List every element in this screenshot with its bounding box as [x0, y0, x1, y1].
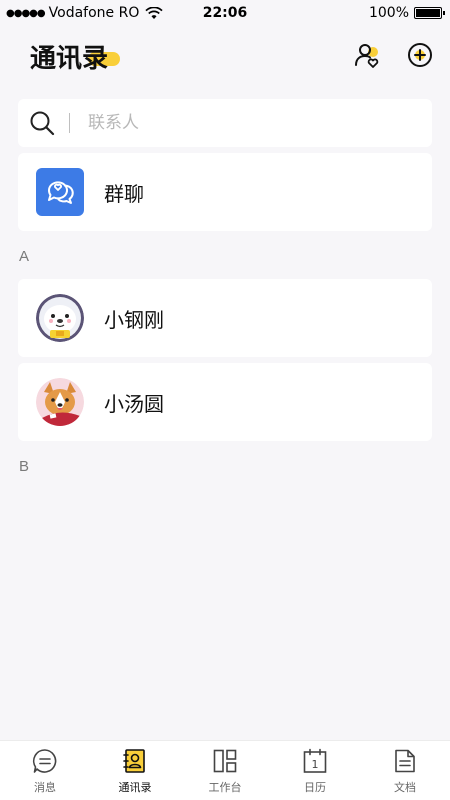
add-contact-button[interactable]: [352, 40, 382, 70]
contact-name: 小汤圆: [104, 391, 164, 416]
header: 通讯录: [0, 26, 450, 86]
tab-label: 通讯录: [118, 781, 152, 794]
document-icon: [395, 749, 415, 773]
contacts-icon: [123, 749, 145, 773]
battery-percentage: 100%: [368, 5, 409, 21]
search-box[interactable]: [18, 99, 432, 147]
calendar-day: 1: [312, 758, 319, 771]
tab-label: 工作台: [208, 781, 242, 794]
tab-label: 日历: [304, 781, 326, 794]
plus-circle-icon: [408, 43, 432, 67]
contact-item[interactable]: 小汤圆: [18, 363, 432, 441]
contact-item[interactable]: 小钢刚: [18, 279, 432, 357]
section-letter-a: A: [19, 248, 30, 265]
tab-calendar[interactable]: 1 日历: [270, 741, 360, 800]
search-separator: [69, 113, 70, 133]
page-title: 通讯录: [30, 44, 109, 74]
tab-bar: 消息 通讯录 工作台 1 日历 文档: [0, 740, 450, 800]
corgi-avatar: [36, 378, 84, 426]
add-button[interactable]: [405, 40, 435, 70]
chat-bubbles-heart-icon: [36, 168, 84, 216]
person-heart-icon: [355, 44, 379, 68]
calendar-icon: 1: [303, 748, 327, 773]
tab-label: 文档: [394, 781, 416, 794]
group-chat-label: 群聊: [104, 181, 144, 206]
workbench-icon: [213, 749, 237, 773]
section-letter-b: B: [19, 458, 30, 475]
status-bar: ●●●●● Vodafone RO 22:06 100%: [0, 0, 450, 26]
search-input[interactable]: [88, 113, 388, 133]
tab-label: 消息: [34, 781, 56, 794]
tab-workbench[interactable]: 工作台: [180, 741, 270, 800]
contact-name: 小钢刚: [104, 307, 164, 332]
status-right: 100%: [368, 5, 445, 21]
battery-icon: [414, 7, 445, 19]
seal-avatar: [36, 294, 84, 342]
tab-documents[interactable]: 文档: [360, 741, 450, 800]
tab-contacts[interactable]: 通讯录: [90, 741, 180, 800]
tab-messages[interactable]: 消息: [0, 741, 90, 800]
search-icon: [30, 111, 55, 136]
group-chat-item[interactable]: 群聊: [18, 153, 432, 231]
message-icon: [32, 749, 57, 773]
